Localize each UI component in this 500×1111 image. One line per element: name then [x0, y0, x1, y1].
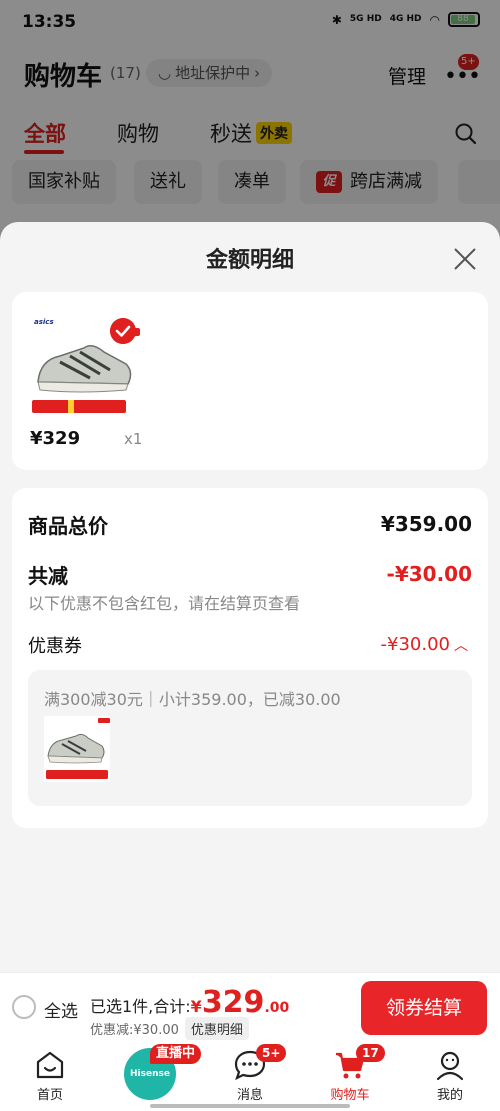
total-reduction-value: -¥30.00 — [386, 562, 472, 586]
coupon-value: -¥30.00 — [380, 634, 450, 655]
cart-badge: 17 — [356, 1044, 385, 1062]
sheet-title: 金额明细 — [205, 248, 294, 273]
live-badge: 直播中 — [150, 1044, 202, 1064]
messages-badge: 5+ — [256, 1044, 287, 1062]
total-currency: ¥ — [190, 997, 202, 1016]
amount-detail-sheet: 金额明细 asics ¥329 x1 商品总价 ¥359.00 共减 -¥30.… — [0, 222, 500, 972]
coupon-toggle[interactable]: -¥30.00 ︿ — [381, 634, 468, 655]
home-icon — [36, 1051, 64, 1079]
coupon-description: 满300减30元｜小计359.00，已减30.00 — [44, 690, 341, 709]
discount-detail-button[interactable]: 优惠明细 — [184, 1017, 249, 1040]
tabbar-label-profile: 我的 — [436, 1088, 463, 1103]
product-card: asics ¥329 x1 — [12, 292, 488, 470]
home-indicator — [150, 1104, 350, 1108]
product-price: ¥329 — [30, 428, 81, 449]
live-brand: Hisense — [130, 1069, 170, 1079]
checkout-bar: 全选 已选1件,合计: ¥ 329 .00 优惠减:¥30.00 优惠明细 领券… — [0, 972, 500, 1042]
total-amount: 329 — [201, 985, 265, 1020]
bottom-tab-bar: 首页 Hisense 直播中 消息 5+ 购物车 17 我的 — [0, 1042, 500, 1111]
checkmark-icon — [110, 318, 136, 344]
coupon-detail-box: 满300减30元｜小计359.00，已减30.00 — [28, 670, 472, 806]
select-all-label[interactable]: 全选 — [44, 997, 78, 1022]
selected-total: 已选1件,合计: ¥ 329 .00 — [90, 985, 290, 1020]
close-icon[interactable] — [450, 244, 480, 274]
tabbar-item-home[interactable]: 首页 — [10, 1048, 90, 1103]
total-price-label: 商品总价 — [28, 514, 108, 538]
tabbar-item-messages[interactable]: 消息 5+ — [210, 1044, 290, 1103]
coupon-product-image — [44, 716, 110, 782]
chevron-up-icon: ︿ — [454, 637, 468, 654]
tabbar-item-profile[interactable]: 我的 — [410, 1048, 490, 1103]
checkout-button[interactable]: 领券结算 — [361, 981, 487, 1035]
svg-text:asics: asics — [34, 318, 54, 326]
total-reduction-label: 共减 — [28, 564, 68, 588]
tabbar-item-cart[interactable]: 购物车 17 — [310, 1044, 390, 1103]
selected-count-text: 已选1件,合计: — [90, 997, 191, 1016]
discount-line: 优惠减:¥30.00 优惠明细 — [90, 1017, 249, 1040]
price-summary-card: 商品总价 ¥359.00 共减 -¥30.00 以下优惠不包含红包，请在结算页查… — [12, 488, 488, 828]
tabbar-label-home: 首页 — [36, 1088, 63, 1103]
tabbar-label-messages: 消息 — [236, 1088, 263, 1103]
tabbar-label-cart: 购物车 — [330, 1088, 370, 1103]
profile-icon — [436, 1051, 464, 1081]
total-price-value: ¥359.00 — [380, 512, 472, 536]
product-quantity: x1 — [124, 430, 143, 448]
coupon-label: 优惠券 — [28, 636, 82, 657]
total-amount-decimal: .00 — [264, 1000, 290, 1016]
reduction-note: 以下优惠不包含红包，请在结算页查看 — [28, 594, 301, 613]
select-all-radio[interactable] — [12, 995, 36, 1019]
discount-text: 优惠减:¥30.00 — [90, 1023, 179, 1038]
